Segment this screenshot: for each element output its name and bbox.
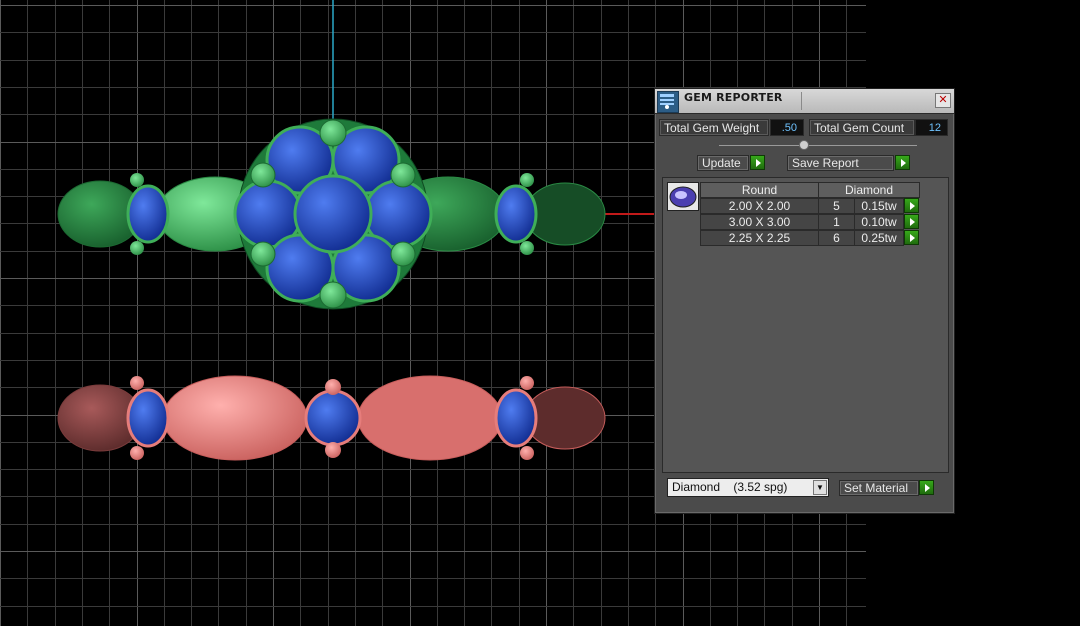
row-select-button[interactable] bbox=[904, 198, 919, 213]
table-row-count: 5 bbox=[818, 198, 855, 214]
panel-titlebar[interactable]: GEM REPORTER ✕ bbox=[655, 89, 954, 114]
gem-reporter-panel: GEM REPORTER ✕ Total Gem Weight .50 Tota… bbox=[654, 88, 955, 514]
table-row-weight: 0.10tw bbox=[854, 214, 904, 230]
panel-splitter-track bbox=[719, 145, 917, 146]
close-icon[interactable]: ✕ bbox=[935, 93, 951, 108]
save-report-button-label[interactable]: Save Report bbox=[787, 155, 894, 171]
column-header-diamond: Diamond bbox=[818, 182, 920, 198]
total-gem-weight-label: Total Gem Weight bbox=[659, 119, 769, 136]
total-gem-weight-value: .50 bbox=[770, 119, 804, 136]
material-select[interactable]: Diamond (3.52 spg) ▼ bbox=[667, 478, 829, 497]
set-material-button-label[interactable]: Set Material bbox=[839, 480, 919, 496]
row-select-button[interactable] bbox=[904, 230, 919, 245]
gem-reporter-icon bbox=[657, 91, 679, 113]
set-material-button[interactable] bbox=[919, 480, 934, 495]
gem-list: Round Diamond 2.00 X 2.00 5 0.15tw 3.00 … bbox=[662, 177, 949, 473]
table-row-size: 3.00 X 3.00 bbox=[700, 214, 819, 230]
table-row-size: 2.25 X 2.25 bbox=[700, 230, 819, 246]
save-report-button[interactable] bbox=[895, 155, 910, 170]
row-select-button[interactable] bbox=[904, 214, 919, 229]
panel-title: GEM REPORTER bbox=[684, 91, 783, 104]
pink-ring-model bbox=[57, 375, 606, 461]
total-gem-count-label: Total Gem Count bbox=[809, 119, 915, 136]
column-header-round: Round bbox=[700, 182, 819, 198]
panel-splitter-handle[interactable] bbox=[799, 140, 809, 150]
round-gem-icon[interactable] bbox=[667, 182, 699, 211]
update-button[interactable] bbox=[750, 155, 765, 170]
table-row-count: 6 bbox=[818, 230, 855, 246]
title-separator bbox=[801, 92, 802, 110]
update-button-label[interactable]: Update bbox=[697, 155, 749, 171]
green-ring-model bbox=[57, 118, 606, 310]
dropdown-arrow-icon[interactable]: ▼ bbox=[813, 480, 827, 495]
total-gem-count-value: 12 bbox=[915, 119, 948, 136]
table-row-count: 1 bbox=[818, 214, 855, 230]
table-row-size: 2.00 X 2.00 bbox=[700, 198, 819, 214]
table-row-weight: 0.15tw bbox=[854, 198, 904, 214]
material-select-value: Diamond (3.52 spg) bbox=[672, 480, 788, 494]
table-row-weight: 0.25tw bbox=[854, 230, 904, 246]
